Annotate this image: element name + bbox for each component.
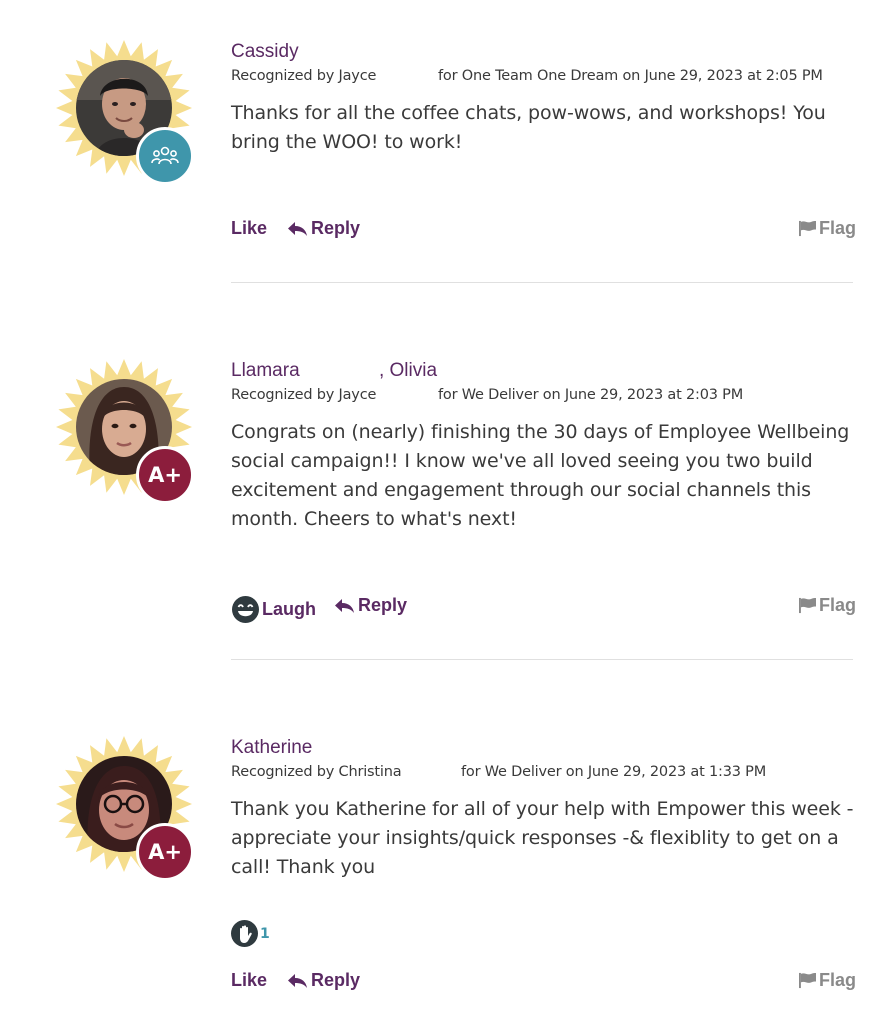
reply-button[interactable]: Reply: [287, 218, 360, 239]
reply-label: Reply: [311, 218, 361, 238]
post-divider: [231, 282, 853, 283]
recognition-value-date: for We Deliver on June 29, 2023 at 2:03 …: [438, 387, 744, 403]
recognition-message: Thanks for all the coffee chats, pow-wow…: [231, 102, 826, 153]
recipient-name[interactable]: Katherine: [231, 736, 312, 760]
like-button[interactable]: Like: [231, 970, 267, 991]
recognized-by: Recognized by Christina: [231, 764, 402, 780]
recipient-names: Llamara , Olivia: [231, 359, 856, 383]
flag-icon: [798, 972, 817, 989]
team-icon: [136, 127, 194, 185]
a-plus-icon: A+: [136, 446, 194, 504]
post-body: Cassidy Recognized by Jayce for One Team…: [231, 40, 856, 238]
flag-label: Flag: [818, 218, 856, 238]
post-actions: Laugh Reply Flag: [231, 595, 856, 623]
like-button[interactable]: Like: [231, 218, 267, 239]
reply-button[interactable]: Reply: [334, 595, 407, 616]
recognition-value-date: for We Deliver on June 29, 2023 at 1:33 …: [461, 764, 767, 780]
recipient-names: Katherine: [231, 736, 856, 760]
flag-label: Flag: [818, 595, 856, 615]
flag-icon: [798, 597, 817, 614]
flag-label: Flag: [818, 970, 856, 990]
recipient-avatar-badge[interactable]: A+: [56, 359, 196, 509]
recipient-names: Cassidy: [231, 40, 856, 64]
recognized-by: Recognized by Jayce: [231, 387, 377, 403]
like-label: Like: [231, 970, 268, 990]
a-plus-icon: A+: [136, 823, 194, 881]
reaction-count: 1: [260, 925, 270, 942]
recipient-name[interactable]: Cassidy: [231, 40, 299, 64]
reply-label: Reply: [358, 595, 408, 615]
a-plus-badge-label: A+: [148, 840, 182, 864]
like-label: Like: [231, 218, 268, 238]
flag-button[interactable]: Flag: [798, 595, 856, 616]
recognized-by: Recognized by Jayce: [231, 68, 377, 84]
reply-button[interactable]: Reply: [287, 970, 360, 991]
recipient-avatar-badge[interactable]: A+: [56, 736, 196, 886]
reaction-summary[interactable]: 1: [231, 920, 270, 947]
post-actions: Like Reply Flag: [231, 970, 856, 998]
flag-button[interactable]: Flag: [798, 218, 856, 239]
recipient-avatar-badge[interactable]: [56, 40, 196, 190]
post-actions: Like Reply Flag: [231, 218, 856, 246]
reply-icon: [334, 597, 356, 615]
flag-icon: [798, 220, 817, 237]
reply-icon: [287, 972, 309, 990]
post-body: Llamara , Olivia Recognized by Jayce for…: [231, 359, 856, 623]
raised-hand-icon: [231, 920, 258, 947]
post-meta: Recognized by Christina for We Deliver o…: [231, 760, 856, 784]
reply-icon: [287, 220, 309, 238]
recognition-message: Congrats on (nearly) finishing the 30 da…: [231, 421, 850, 530]
recognition-value-date: for One Team One Dream on June 29, 2023 …: [438, 68, 823, 84]
laugh-button[interactable]: Laugh: [231, 595, 316, 624]
laugh-icon: [232, 596, 259, 623]
recipient-name[interactable]: , Olivia: [379, 359, 437, 383]
flag-button[interactable]: Flag: [798, 970, 856, 991]
recipient-name[interactable]: Llamara: [231, 359, 300, 383]
post-divider: [231, 659, 853, 660]
post-meta: Recognized by Jayce for One Team One Dre…: [231, 64, 856, 88]
reply-label: Reply: [311, 970, 361, 990]
a-plus-badge-label: A+: [148, 463, 182, 487]
post-meta: Recognized by Jayce for We Deliver on Ju…: [231, 383, 856, 407]
recognition-message: Thank you Katherine for all of your help…: [231, 798, 854, 878]
post-body: Katherine Recognized by Christina for We…: [231, 736, 856, 990]
laugh-label: Laugh: [262, 599, 316, 619]
